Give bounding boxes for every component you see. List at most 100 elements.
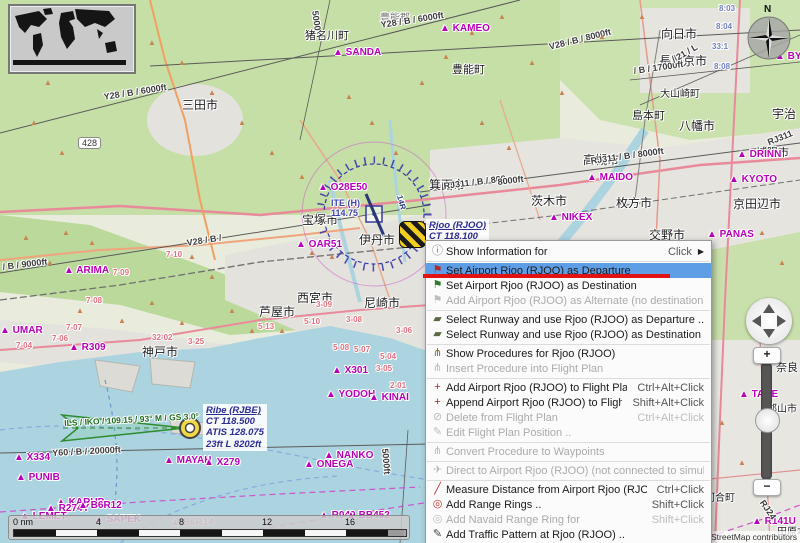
menu-separator — [427, 344, 710, 345]
rjoo-name: Rjoo (RJOO) — [429, 220, 486, 231]
annotation-underline — [423, 274, 670, 278]
scale-segment — [97, 530, 139, 536]
menu-item-label: Add Airport Rjoo (RJOO) as Alternate (no… — [446, 295, 704, 307]
navaid-range-icon: ◎ — [429, 512, 446, 527]
rokko-island — [150, 358, 195, 388]
compass-rose: N — [746, 4, 792, 62]
pan-right-arrow-icon[interactable] — [777, 315, 786, 327]
menu-item-label: Measure Distance from Airport Rjoo (RJOO… — [446, 484, 647, 496]
menu-item-add-traffic-pattern-at-rjoo-rjoo[interactable]: ✎Add Traffic Pattern at Rjoo (RJOO) .. — [426, 527, 711, 542]
menu-item-shortcut: Shift+Alt+Click — [622, 397, 704, 409]
menu-item-shortcut: Ctrl+Alt+Click — [627, 382, 704, 394]
scale-segments — [13, 529, 407, 537]
add-flightplan-icon: + — [429, 380, 446, 395]
urban-nara-basin — [700, 340, 800, 543]
menu-item-label: Insert Procedure into Flight Plan — [446, 363, 603, 375]
menu-item-label: Add Traffic Pattern at Rjoo (RJOO) .. — [446, 529, 625, 541]
pan-control-pad[interactable] — [746, 298, 792, 344]
rjbe-elevation-runway: 23ft L 8202ft — [206, 439, 264, 450]
menu-item-show-procedures-for-rjoo-rjoo[interactable]: ⋔Show Procedures for Rjoo (RJOO) — [426, 346, 711, 361]
scale-segment — [14, 530, 56, 536]
scale-segment — [346, 530, 388, 536]
map-scale-bar: 0 nm 481216 — [8, 515, 410, 540]
scale-tick-label: 4 — [96, 517, 101, 527]
direct-to-icon: ✈ — [429, 463, 446, 478]
scale-segment — [56, 530, 98, 536]
rjbe-airport-label[interactable]: Ribe (RJBE) CT 118.500 ATIS 128.075 23ft… — [203, 404, 267, 451]
menu-separator — [427, 442, 710, 443]
menu-item-set-airport-rjoo-rjoo-as-destination[interactable]: ⚑Set Airport Rjoo (RJOO) as Destination — [426, 278, 711, 293]
pan-down-arrow-icon[interactable] — [763, 329, 775, 338]
zoom-in-button[interactable]: + — [753, 347, 781, 364]
urban-sanda — [147, 84, 243, 156]
menu-item-add-airport-rjoo-rjoo-to-flight-plan[interactable]: +Add Airport Rjoo (RJOO) to Flight PlanC… — [426, 380, 711, 395]
zoom-slider-thumb[interactable] — [755, 408, 780, 433]
range-rings-icon: ◎ — [429, 497, 446, 512]
map-window: 三田市猪名川町豊能郡豊能町箕面市高槻市茨木市枚方市交野市向日市長岡京市大山崎町島… — [0, 0, 800, 543]
menu-item-show-information-for[interactable]: ⓘShow Information forClick▶ — [426, 244, 711, 259]
rjbe-airport-symbol-inner — [186, 424, 195, 433]
world-continents — [13, 8, 126, 65]
submenu-arrow-icon: ▶ — [698, 247, 704, 256]
alternate-flag-icon: ⚑ — [429, 293, 446, 308]
edit-icon: ✎ — [429, 425, 446, 440]
menu-item-label: Show Information for — [446, 246, 548, 258]
scale-segment — [180, 530, 222, 536]
menu-separator — [427, 480, 710, 481]
append-flightplan-icon: + — [429, 395, 446, 410]
context-menu: ⓘShow Information forClick▶⚑Set Airport … — [425, 240, 712, 543]
menu-item-label: Add Airport Rjoo (RJOO) to Flight Plan — [446, 382, 627, 394]
menu-item-delete-from-flight-plan: ⊘Delete from Flight Plan Ctrl+Alt+Click — [426, 410, 711, 425]
overview-world-map[interactable] — [8, 4, 136, 74]
menu-item-shortcut: Ctrl+Alt+Click — [627, 412, 704, 424]
procedures-icon: ⋔ — [429, 346, 446, 361]
measure-icon: ╱ — [429, 482, 446, 497]
pan-left-arrow-icon[interactable] — [752, 315, 761, 327]
menu-item-append-airport-rjoo-rjoo-to-flight-plan[interactable]: +Append Airport Rjoo (RJOO) to Flight Pl… — [426, 395, 711, 410]
menu-item-label: Select Runway and use Rjoo (RJOO) as Des… — [446, 329, 704, 341]
route-shield: 428 — [78, 137, 101, 149]
menu-separator — [427, 261, 710, 262]
menu-item-measure-distance-from-airport-rjoo-rjoo[interactable]: ╱Measure Distance from Airport Rjoo (RJO… — [426, 482, 711, 497]
menu-item-shortcut: Click — [658, 246, 692, 258]
menu-item-shortcut: Shift+Click — [642, 514, 704, 526]
scale-segment — [263, 530, 305, 536]
menu-item-label: Show Procedures for Rjoo (RJOO) — [446, 348, 615, 360]
scale-segment — [139, 530, 181, 536]
menu-item-convert-procedure-to-waypoints: ⋔Convert Procedure to Waypoints — [426, 444, 711, 459]
scale-segment — [305, 530, 347, 536]
pan-up-arrow-icon[interactable] — [763, 304, 775, 313]
scale-origin-label: 0 nm — [13, 517, 33, 527]
scale-tick-label: 8 — [179, 517, 184, 527]
convert-procedure-icon: ⋔ — [429, 444, 446, 459]
rjbe-atis-freq: ATIS 128.075 — [206, 427, 264, 438]
menu-item-select-runway-and-use-rjoo-rjoo-as-depar[interactable]: ▰Select Runway and use Rjoo (RJOO) as De… — [426, 312, 711, 327]
menu-item-add-airport-rjoo-rjoo-as-alternate-no-de: ⚑Add Airport Rjoo (RJOO) as Alternate (n… — [426, 293, 711, 308]
menu-item-label: Edit Flight Plan Position .. — [446, 427, 571, 439]
ite-vor-label: ITE (H) 114.75 — [331, 199, 360, 219]
rjbe-name: Ribe (RJBE) — [206, 405, 264, 416]
delete-icon: ⊘ — [429, 410, 446, 425]
rjbe-tower-freq: CT 118.500 — [206, 416, 264, 427]
menu-item-label: Delete from Flight Plan — [446, 412, 558, 424]
menu-item-add-range-rings[interactable]: ◎Add Range Rings ..Shift+Click — [426, 497, 711, 512]
menu-item-edit-flight-plan-position: ✎Edit Flight Plan Position .. — [426, 425, 711, 440]
scale-tick-label: 12 — [262, 517, 272, 527]
menu-item-label: Add Navaid Range Ring for — [446, 514, 580, 526]
menu-item-label: Append Airport Rjoo (RJOO) to Flight Pla… — [446, 397, 622, 409]
menu-separator — [427, 378, 710, 379]
traffic-pattern-icon: ✎ — [429, 527, 446, 542]
menu-item-label: Direct to Airport Rjoo (RJOO) (not conne… — [446, 465, 704, 477]
menu-item-label: Add Range Rings .. — [446, 499, 541, 511]
menu-item-select-runway-and-use-rjoo-rjoo-as-desti[interactable]: ▰Select Runway and use Rjoo (RJOO) as De… — [426, 327, 711, 342]
scale-segment — [222, 530, 264, 536]
runway-icon: ▰ — [429, 327, 446, 342]
selected-airport-highlight[interactable] — [399, 221, 426, 248]
menu-item-label: Set Airport Rjoo (RJOO) as Destination — [446, 280, 637, 292]
zoom-out-button[interactable]: − — [753, 479, 781, 496]
runway-icon: ▰ — [429, 312, 446, 327]
menu-item-insert-procedure-into-flight-plan: ⋔Insert Procedure into Flight Plan — [426, 361, 711, 376]
insert-procedure-icon: ⋔ — [429, 361, 446, 376]
menu-item-add-navaid-range-ring-for: ◎Add Navaid Range Ring for Shift+Click — [426, 512, 711, 527]
menu-separator — [427, 310, 710, 311]
